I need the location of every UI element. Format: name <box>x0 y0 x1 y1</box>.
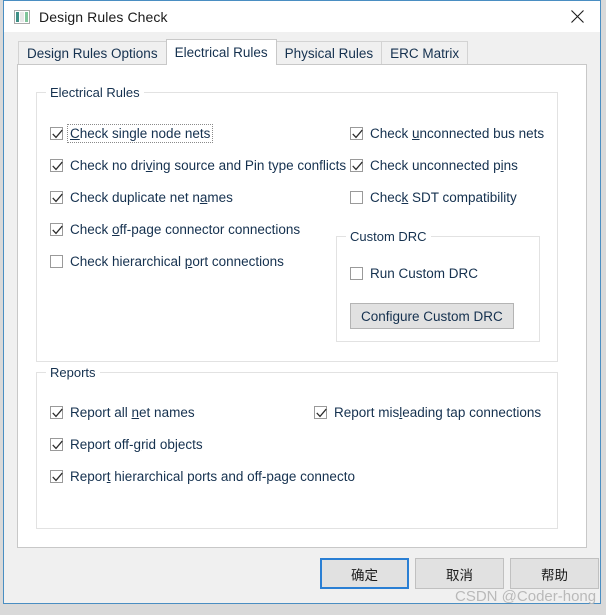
tab-strip: Design Rules Options Electrical Rules Ph… <box>18 39 600 65</box>
checkbox-box <box>50 191 63 204</box>
checkbox-label: Check unconnected bus nets <box>370 126 545 141</box>
checkbox-label: Report off-grid objects <box>70 437 203 452</box>
dialog-footer: 确定 取消 帮助 <box>4 552 600 603</box>
checkbox-check-off-page-connector-connections[interactable]: Check off-page connector connections <box>50 221 302 238</box>
checkbox-report-hierarchical-ports-and-off-page-connectors[interactable]: Report hierarchical ports and off-page c… <box>50 468 357 485</box>
checkbox-box <box>50 406 63 419</box>
checkbox-label: Check duplicate net names <box>70 190 233 205</box>
app-window-icon <box>14 9 30 24</box>
checkbox-check-unconnected-bus-nets[interactable]: Check unconnected bus nets <box>350 125 546 142</box>
tab-page-electrical-rules: Electrical Rules Custom DRC Reports Chec… <box>17 64 587 548</box>
configure-custom-drc-button[interactable]: Configure Custom DRC <box>350 303 514 329</box>
checkbox-box <box>50 127 63 140</box>
checkbox-box <box>50 223 63 236</box>
close-icon <box>570 9 585 24</box>
checkbox-label: Run Custom DRC <box>370 266 479 281</box>
checkbox-report-all-net-names[interactable]: Report all net names <box>50 404 197 421</box>
checkbox-label: Check unconnected pins <box>370 158 518 173</box>
checkbox-check-duplicate-net-names[interactable]: Check duplicate net names <box>50 189 235 206</box>
checkbox-label: Check off-page connector connections <box>70 222 301 237</box>
checkbox-report-off-grid-objects[interactable]: Report off-grid objects <box>50 436 205 453</box>
cancel-button[interactable]: 取消 <box>415 558 504 589</box>
close-button[interactable] <box>555 1 600 32</box>
group-label-reports: Reports <box>46 365 100 380</box>
checkbox-label: Check hierarchical port connections <box>70 254 284 269</box>
checkbox-box <box>50 438 63 451</box>
checkbox-box <box>50 255 63 268</box>
checkbox-label: Report all net names <box>70 405 195 420</box>
design-rules-check-dialog: Design Rules Check Design Rules Options … <box>3 0 601 604</box>
window-title: Design Rules Check <box>39 8 168 25</box>
help-button[interactable]: 帮助 <box>510 558 599 589</box>
checkbox-label: Report hierarchical ports and off-page c… <box>70 469 355 484</box>
checkbox-box <box>314 406 327 419</box>
checkbox-label: Report misleading tap connections <box>334 405 542 420</box>
checkbox-check-single-node-nets[interactable]: Check single node nets <box>50 124 214 143</box>
checkbox-check-unconnected-pins[interactable]: Check unconnected pins <box>350 157 520 174</box>
tab-erc-matrix[interactable]: ERC Matrix <box>381 41 469 64</box>
tab-electrical-rules[interactable]: Electrical Rules <box>165 39 277 65</box>
checkbox-box <box>50 159 63 172</box>
checkbox-label: Check SDT compatibility <box>370 190 517 205</box>
ok-button[interactable]: 确定 <box>320 558 409 589</box>
checkbox-box <box>350 191 363 204</box>
checkbox-run-custom-drc[interactable]: Run Custom DRC <box>350 265 480 282</box>
checkbox-label: Check no driving source and Pin type con… <box>70 158 347 173</box>
checkbox-box <box>350 159 363 172</box>
checkbox-report-misleading-tap-connections[interactable]: Report misleading tap connections <box>314 404 543 421</box>
checkbox-check-sdt-compatibility[interactable]: Check SDT compatibility <box>350 189 519 206</box>
checkbox-check-no-driving-source-and-pin-type-conflicts[interactable]: Check no driving source and Pin type con… <box>50 157 348 174</box>
checkbox-box <box>50 470 63 483</box>
checkbox-box <box>350 127 363 140</box>
checkbox-label: Check single node nets <box>66 124 214 143</box>
tab-design-rules-options[interactable]: Design Rules Options <box>18 41 167 64</box>
group-label-electrical-rules: Electrical Rules <box>46 85 144 100</box>
checkbox-box <box>350 267 363 280</box>
title-bar: Design Rules Check <box>4 1 600 32</box>
checkbox-check-hierarchical-port-connections[interactable]: Check hierarchical port connections <box>50 253 286 270</box>
tab-physical-rules[interactable]: Physical Rules <box>275 41 383 64</box>
group-label-custom-drc: Custom DRC <box>346 229 431 244</box>
